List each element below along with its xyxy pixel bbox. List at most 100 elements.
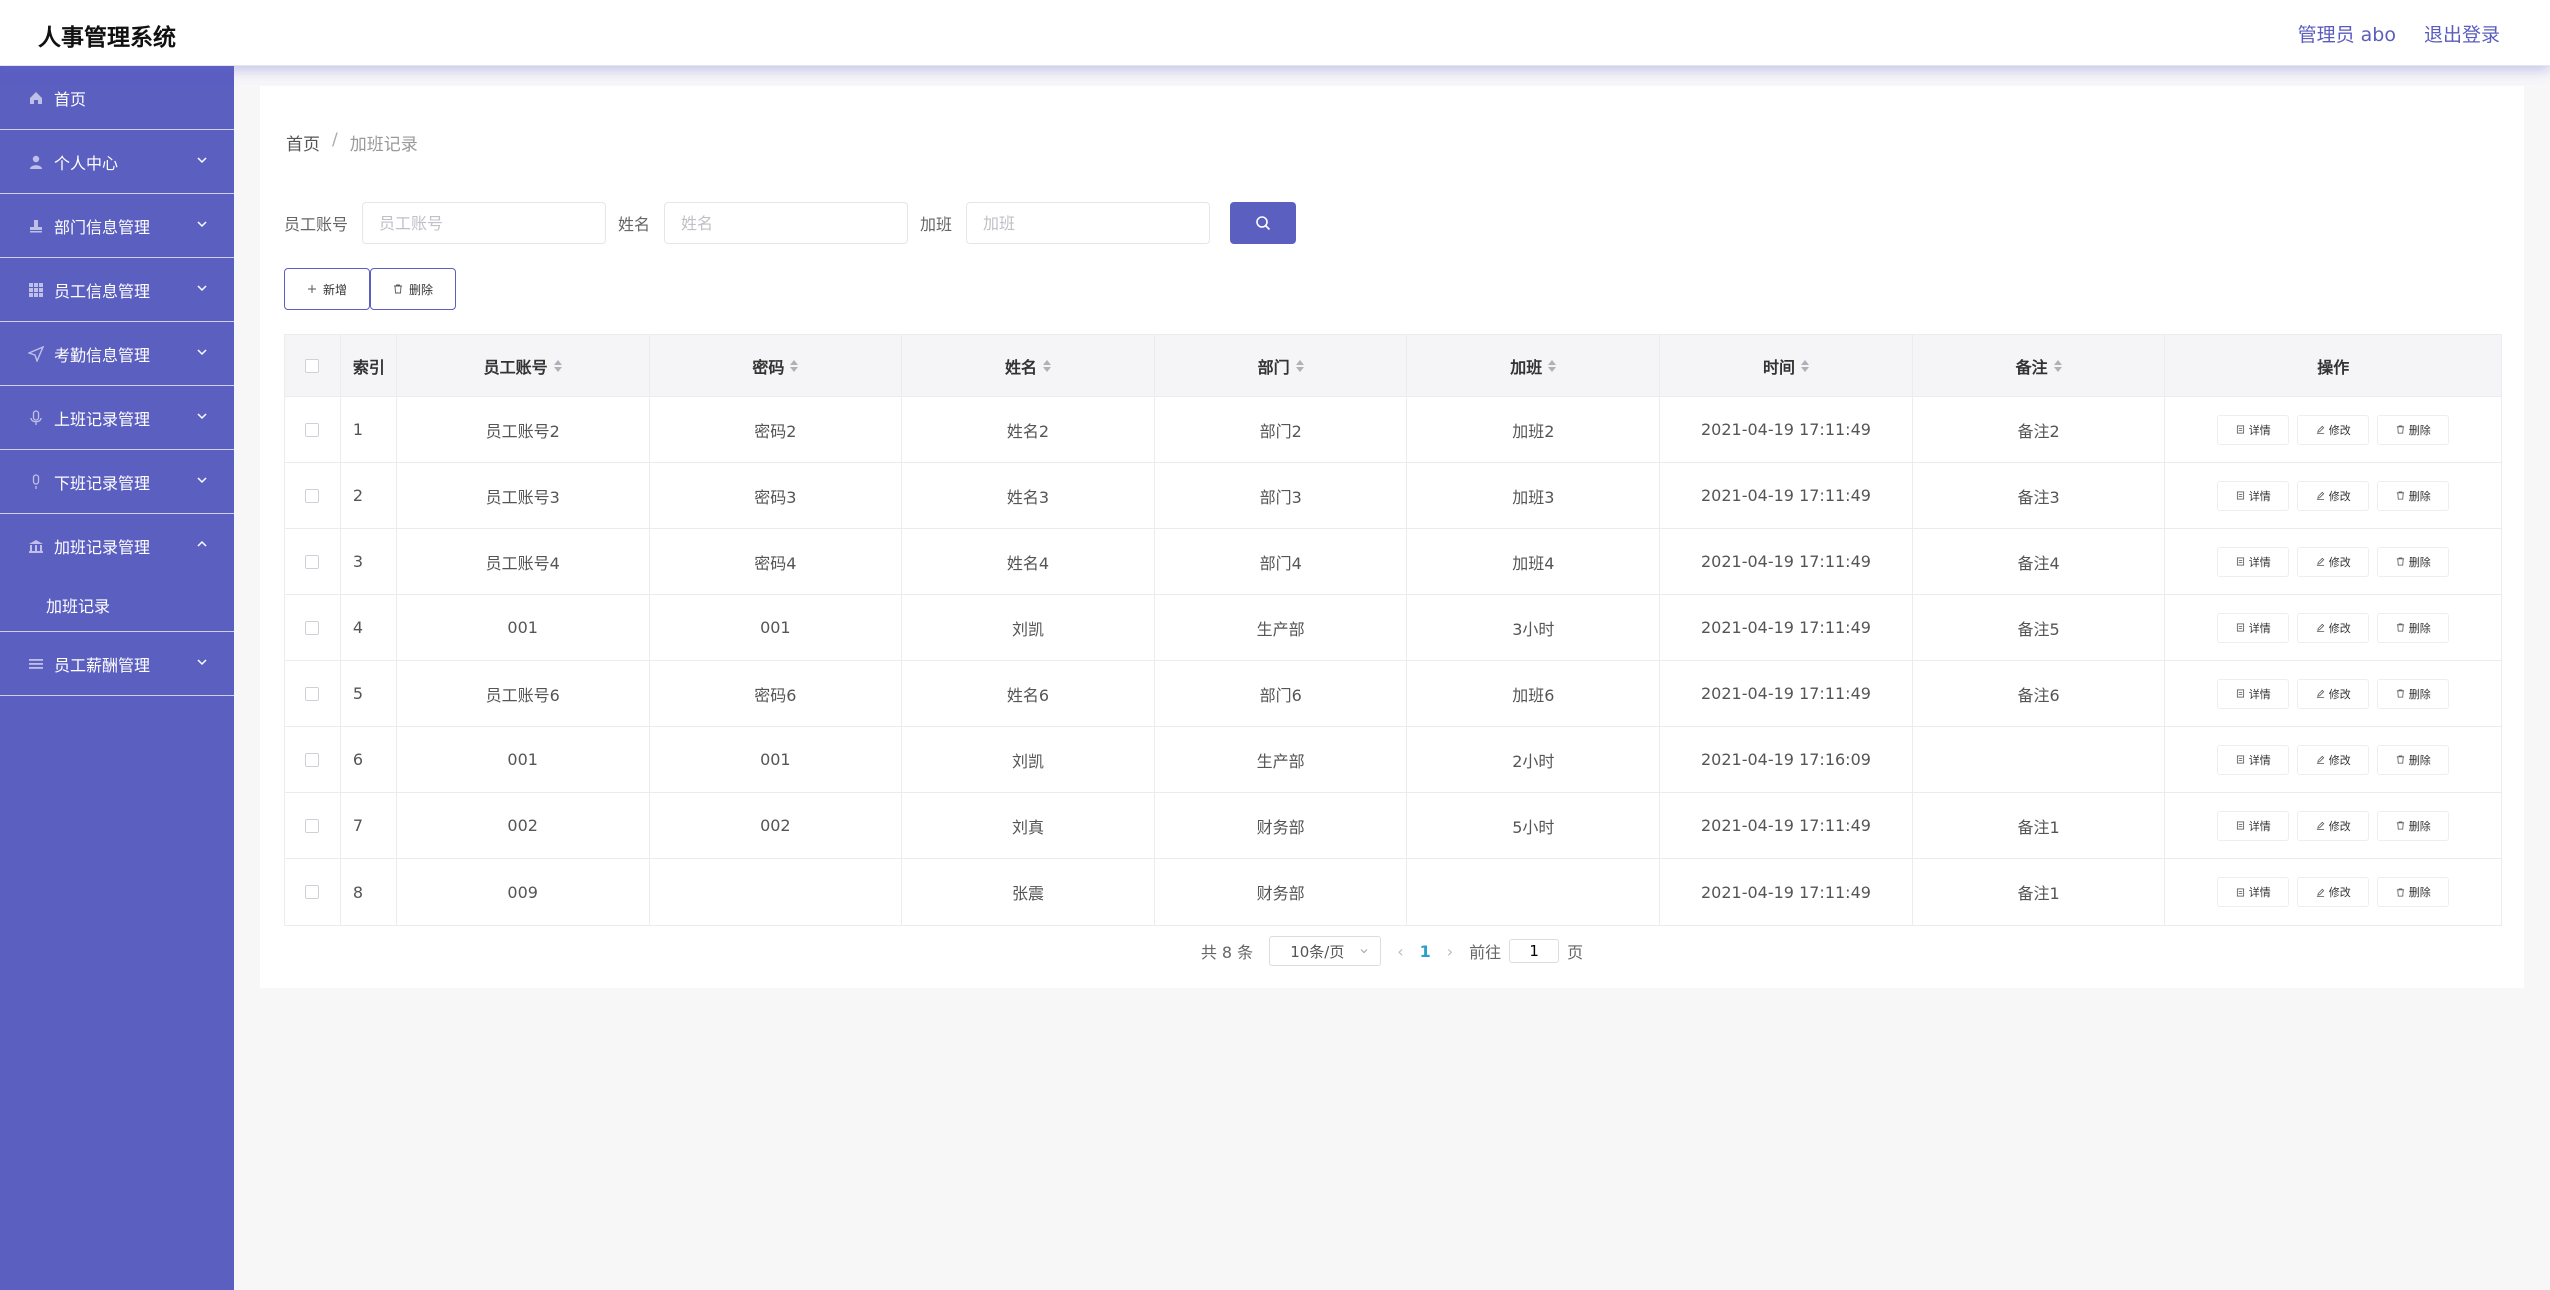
sort-icon[interactable] [2053,359,2062,372]
header-account[interactable]: 员工账号 [397,335,650,396]
sort-icon[interactable] [790,359,799,372]
sort-icon[interactable] [553,359,562,372]
row-checkbox[interactable] [305,488,320,503]
next-page-button[interactable]: › [1447,942,1453,961]
edit-button[interactable]: 修改 [2297,546,2370,577]
search-button[interactable] [1230,202,1297,244]
account-label: 员工账号 [284,215,349,234]
cell-index: 7 [341,793,397,858]
header-remark[interactable]: 备注 [1913,335,2166,396]
sidebar: 首页 个人中心 部门信息管理 员工信息管理 考勤信息管理 上班记录管理 下班记录… [0,66,234,1290]
edit-label: 修改 [2328,489,2351,503]
sidebar-item-salary[interactable]: 员工薪酬管理 [0,632,234,696]
sidebar-item-overtime[interactable]: 加班记录管理 [0,514,234,578]
add-button[interactable]: 新增 [284,268,370,310]
delete-label: 删除 [2408,489,2431,503]
edit-button[interactable]: 修改 [2297,480,2370,511]
page-number-current[interactable]: 1 [1420,942,1431,961]
document-icon [2236,755,2244,764]
delete-button[interactable]: 删除 [2377,678,2450,709]
row-checkbox[interactable] [305,620,320,635]
cell-dept: 生产部 [1155,727,1408,792]
sort-icon[interactable] [1295,359,1304,372]
overtime-search-input[interactable] [966,202,1211,244]
delete-button[interactable]: 删除 [2377,414,2450,445]
account-search-input[interactable] [362,202,607,244]
delete-button[interactable]: 删除 [2377,546,2450,577]
cell-password: 密码2 [650,397,903,462]
app-title: 人事管理系统 [38,25,176,51]
row-checkbox[interactable] [305,752,320,767]
prev-page-button[interactable]: ‹ [1397,942,1403,961]
detail-button[interactable]: 详情 [2217,877,2290,907]
edit-button[interactable]: 修改 [2297,810,2370,841]
delete-button[interactable]: 删除 [2377,480,2450,511]
sort-icon[interactable] [1548,359,1557,372]
trash-icon [2396,821,2404,830]
sidebar-item-employee[interactable]: 员工信息管理 [0,258,234,322]
header-time[interactable]: 时间 [1660,335,1913,396]
edit-button[interactable]: 修改 [2297,612,2370,643]
trash-icon [2396,623,2404,632]
sidebar-item-clock-out[interactable]: 下班记录管理 [0,450,234,514]
edit-label: 修改 [2328,886,2351,899]
current-user[interactable]: 管理员 abo [2298,20,2396,47]
detail-button[interactable]: 详情 [2217,480,2290,511]
row-checkbox[interactable] [305,686,320,701]
table-row: 8 009 张震 财务部 2021-04-19 17:11:49 备注1 详情 修改 删除 [285,859,2501,925]
sidebar-item-department[interactable]: 部门信息管理 [0,194,234,258]
detail-button[interactable]: 详情 [2217,810,2290,841]
cell-ops: 详情 修改 删除 [2165,859,2501,925]
logout-link[interactable]: 退出登录 [2424,20,2500,47]
row-checkbox[interactable] [305,422,320,437]
row-checkbox[interactable] [305,818,320,833]
detail-button[interactable]: 详情 [2217,414,2290,445]
page-size-select[interactable]: 10条/页 [1269,936,1382,966]
detail-button[interactable]: 详情 [2217,744,2290,775]
delete-button[interactable]: 删除 [2377,810,2450,841]
header-dept[interactable]: 部门 [1155,335,1408,396]
detail-button[interactable]: 详情 [2217,546,2290,577]
sidebar-item-home[interactable]: 首页 [0,66,234,130]
sort-icon[interactable] [1043,359,1051,372]
batch-delete-button[interactable]: 删除 [370,268,456,310]
delete-label: 删除 [2408,687,2431,701]
cell-account: 员工账号2 [397,397,650,462]
breadcrumb-current: 加班记录 [349,135,418,155]
delete-button[interactable]: 删除 [2377,744,2450,775]
detail-label: 详情 [2248,423,2271,437]
select-all-checkbox[interactable] [305,358,320,373]
total-count: 共 8 条 [1200,943,1254,962]
goto-page-input[interactable] [1509,939,1560,963]
edit-button[interactable]: 修改 [2297,744,2370,775]
sort-icon[interactable] [1800,359,1809,372]
row-checkbox[interactable] [305,554,320,569]
breadcrumb-home[interactable]: 首页 [286,130,320,155]
cell-remark: 备注1 [1913,793,2166,858]
row-select-cell [285,463,341,528]
edit-button[interactable]: 修改 [2297,877,2370,907]
edit-button[interactable]: 修改 [2297,414,2370,445]
edit-button[interactable]: 修改 [2297,678,2370,709]
cell-remark: 备注5 [1913,595,2166,660]
detail-label: 详情 [2248,819,2271,833]
detail-button[interactable]: 详情 [2217,612,2290,643]
delete-button[interactable]: 删除 [2377,877,2450,907]
sidebar-item-clock-in[interactable]: 上班记录管理 [0,386,234,450]
name-search-input[interactable] [664,202,909,244]
cell-dept: 部门2 [1155,397,1408,462]
sidebar-subitem-overtime-record[interactable]: 加班记录 [0,578,234,632]
delete-button[interactable]: 删除 [2377,612,2450,643]
header-name[interactable]: 姓名 [902,335,1155,396]
table-row: 4 001 001 刘凯 生产部 3小时 2021-04-19 17:11:49 备注5 详情修… [285,595,2501,661]
header-overtime[interactable]: 加班 [1407,335,1661,396]
row-checkbox[interactable] [305,885,320,899]
cell-dept: 生产部 [1155,595,1408,660]
detail-button[interactable]: 详情 [2217,678,2290,709]
bank-icon [28,538,44,554]
edit-icon [2316,821,2324,830]
cell-account: 009 [397,859,650,925]
sidebar-item-attendance[interactable]: 考勤信息管理 [0,322,234,386]
header-password[interactable]: 密码 [650,335,903,396]
sidebar-item-personal-center[interactable]: 个人中心 [0,130,234,194]
